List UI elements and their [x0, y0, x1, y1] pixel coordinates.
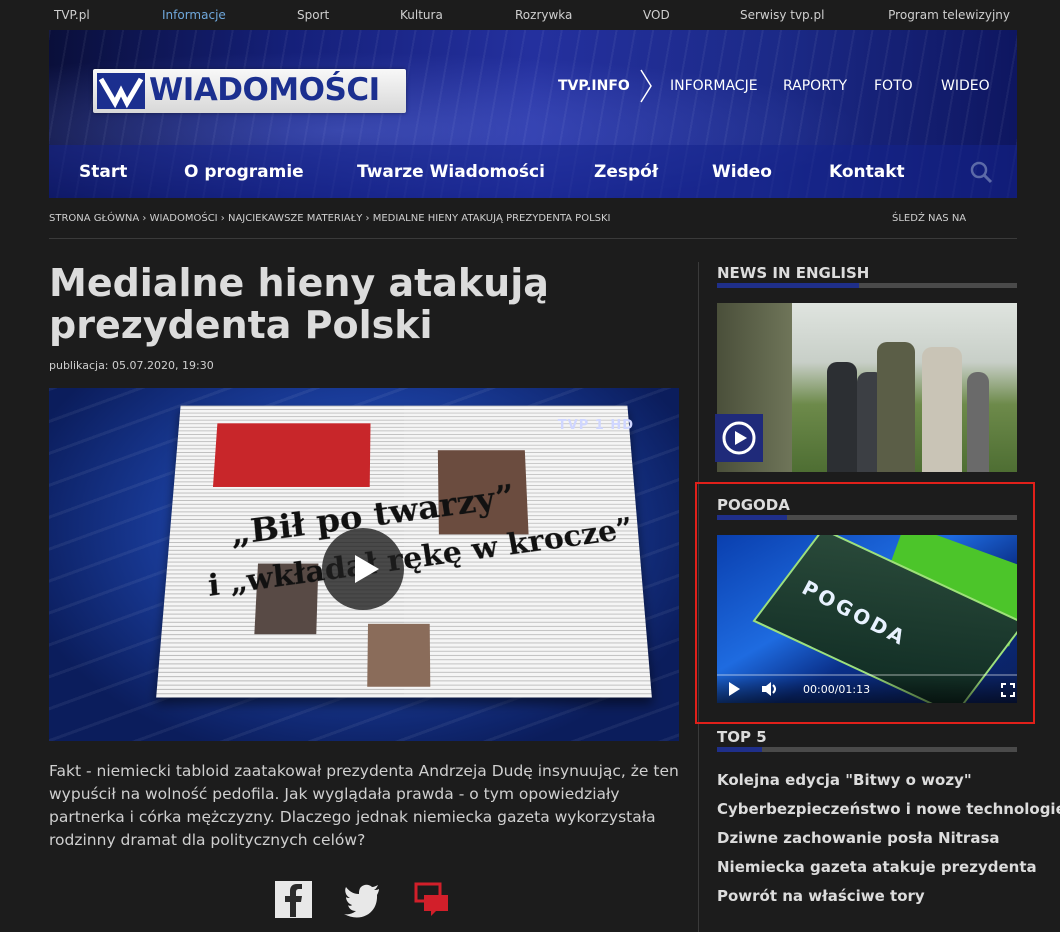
article-lead: Fakt - niemiecki tabloid zaatakował prez… [49, 762, 679, 849]
breadcrumb-home[interactable]: STRONA GŁÓWNA [49, 213, 139, 224]
top-link-kultura[interactable]: Kultura [400, 8, 443, 22]
section-bar [717, 747, 1017, 752]
section-bar [717, 515, 1017, 520]
breadcrumb: STRONA GŁÓWNA › WIADOMOŚCI › NAJCIEKAWSZ… [49, 213, 611, 224]
top-link-tvp[interactable]: TVP.pl [54, 8, 90, 22]
header-link-foto[interactable]: FOTO [874, 78, 913, 94]
article-video[interactable]: „Bił po twarzy” i „wkładał rękę w krocze… [49, 388, 679, 741]
breadcrumb-sep: › [217, 213, 228, 224]
header-link-wideo[interactable]: WIDEO [941, 78, 990, 94]
top-link-rozrywka[interactable]: Rozrywka [515, 8, 572, 22]
play-circle-icon[interactable] [715, 414, 763, 462]
section-bar [717, 283, 1017, 288]
top5-title: TOP 5 [717, 728, 767, 746]
fullscreen-icon[interactable] [1001, 683, 1015, 697]
main-nav: Start O programie Twarze Wiadomości Zesp… [49, 145, 1017, 198]
breadcrumb-sep: › [362, 213, 373, 224]
nav-twarze[interactable]: Twarze Wiadomości [357, 162, 545, 182]
search-icon[interactable] [969, 160, 993, 184]
top-link-vod[interactable]: VOD [643, 8, 670, 22]
header-link-tvpinfo[interactable]: TVP.INFO [558, 78, 630, 94]
site-header: WIADOMOŚCI TVP.INFO INFORMACJE RAPORTY F… [49, 30, 1017, 198]
top-bar: TVP.pl Informacje Sport Kultura Rozrywka… [0, 0, 1060, 30]
divider [49, 238, 1017, 239]
logo-mark-icon [97, 73, 145, 109]
top5-item[interactable]: Niemiecka gazeta atakuje prezydenta [717, 858, 1037, 876]
header-link-informacje[interactable]: INFORMACJE [670, 78, 758, 94]
follow-us-label: ŚLEDŹ NAS NA [892, 213, 967, 224]
publication-date: publikacja: 05.07.2020, 19:30 [49, 359, 214, 372]
article-title: Medialne hieny atakują prezydenta Polski [49, 261, 549, 347]
top-link-informacje[interactable]: Informacje [162, 8, 226, 22]
logo-text: WIADOMOŚCI [149, 72, 380, 108]
nav-kontakt[interactable]: Kontakt [829, 162, 905, 182]
nav-start[interactable]: Start [79, 162, 127, 182]
top5-item[interactable]: Cyberbezpieczeństwo i nowe technologie [717, 800, 1060, 818]
tvp1-hd-badge: TVP 1 HD [557, 418, 634, 433]
volume-icon[interactable] [761, 681, 779, 697]
nav-zespol[interactable]: Zespół [594, 162, 658, 182]
top5-item[interactable]: Dziwne zachowanie posła Nitrasa [717, 829, 1000, 847]
newspaper-image: „Bił po twarzy” i „wkładał rękę w krocze… [156, 405, 652, 698]
news-in-english-title: NEWS IN ENGLISH [717, 264, 870, 282]
breadcrumb-current: MEDIALNE HIENY ATAKUJĄ PREZYDENTA POLSKI [372, 213, 611, 224]
top-link-serwisy[interactable]: Serwisy tvp.pl [740, 8, 824, 22]
twitter-share-icon[interactable] [344, 881, 381, 918]
nav-wideo[interactable]: Wideo [712, 162, 772, 182]
top5-item[interactable]: Powrót na właściwe tory [717, 887, 925, 905]
breadcrumb-wiadomosci[interactable]: WIADOMOŚCI [150, 213, 218, 224]
top-link-program[interactable]: Program telewizyjny [888, 8, 1010, 22]
play-icon[interactable] [322, 528, 404, 610]
facebook-share-icon[interactable] [275, 881, 312, 918]
comments-icon[interactable] [414, 881, 451, 918]
chevron-right-icon [640, 69, 652, 103]
top5-item[interactable]: Kolejna edycja "Bitwy o wozy" [717, 771, 972, 789]
nav-o-programie[interactable]: O programie [184, 162, 304, 182]
breadcrumb-sep: › [139, 213, 150, 224]
header-link-raporty[interactable]: RAPORTY [783, 78, 847, 94]
video-time: 00:00/01:13 [803, 683, 871, 696]
play-icon[interactable] [729, 682, 740, 696]
video-progress-bar[interactable] [717, 674, 1017, 676]
pogoda-video-player[interactable]: POGODA 00:00/01:13 [717, 535, 1017, 703]
pogoda-title: POGODA [717, 496, 790, 514]
top-link-sport[interactable]: Sport [297, 8, 329, 22]
wiadomosci-logo[interactable]: WIADOMOŚCI [93, 69, 406, 113]
breadcrumb-najciekawsze[interactable]: NAJCIEKAWSZE MATERIAŁY [228, 213, 362, 224]
